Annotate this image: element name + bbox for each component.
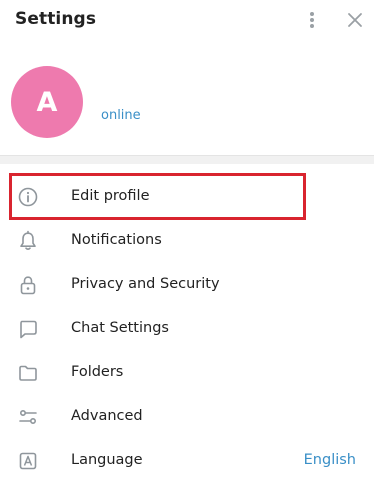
menu-item-label: Advanced <box>71 408 143 424</box>
menu-item-label: Chat Settings <box>71 320 169 336</box>
menu-item-notifications[interactable]: Notifications <box>0 220 374 264</box>
close-icon <box>348 13 362 27</box>
bell-icon <box>17 230 39 252</box>
folder-icon <box>17 362 39 384</box>
menu-item-privacy-security[interactable]: Privacy and Security <box>0 264 374 308</box>
section-divider <box>0 155 374 164</box>
menu-item-edit-profile[interactable]: Edit profile <box>0 176 374 220</box>
profile-section: A online <box>0 60 374 150</box>
more-vertical-icon <box>310 12 314 28</box>
avatar[interactable]: A <box>11 66 83 138</box>
language-icon <box>17 450 39 472</box>
chat-bubble-icon <box>17 318 39 340</box>
status-text: online <box>101 108 141 123</box>
menu-item-label: Language <box>71 452 143 468</box>
menu-item-label: Privacy and Security <box>71 276 220 292</box>
language-value: English <box>303 452 356 468</box>
close-button[interactable] <box>341 6 369 34</box>
info-icon <box>17 186 39 208</box>
menu-item-folders[interactable]: Folders <box>0 352 374 396</box>
menu-item-label: Notifications <box>71 232 162 248</box>
page-title: Settings <box>15 9 97 29</box>
menu-item-label: Edit profile <box>71 188 150 204</box>
sliders-icon <box>17 406 39 428</box>
settings-menu: Edit profile Notifications Privacy and S… <box>0 176 374 484</box>
menu-item-language[interactable]: Language English <box>0 440 374 484</box>
menu-item-advanced[interactable]: Advanced <box>0 396 374 440</box>
header: Settings <box>0 0 374 40</box>
lock-icon <box>17 274 39 296</box>
menu-item-label: Folders <box>71 364 124 380</box>
more-options-button[interactable] <box>298 6 326 34</box>
menu-item-chat-settings[interactable]: Chat Settings <box>0 308 374 352</box>
